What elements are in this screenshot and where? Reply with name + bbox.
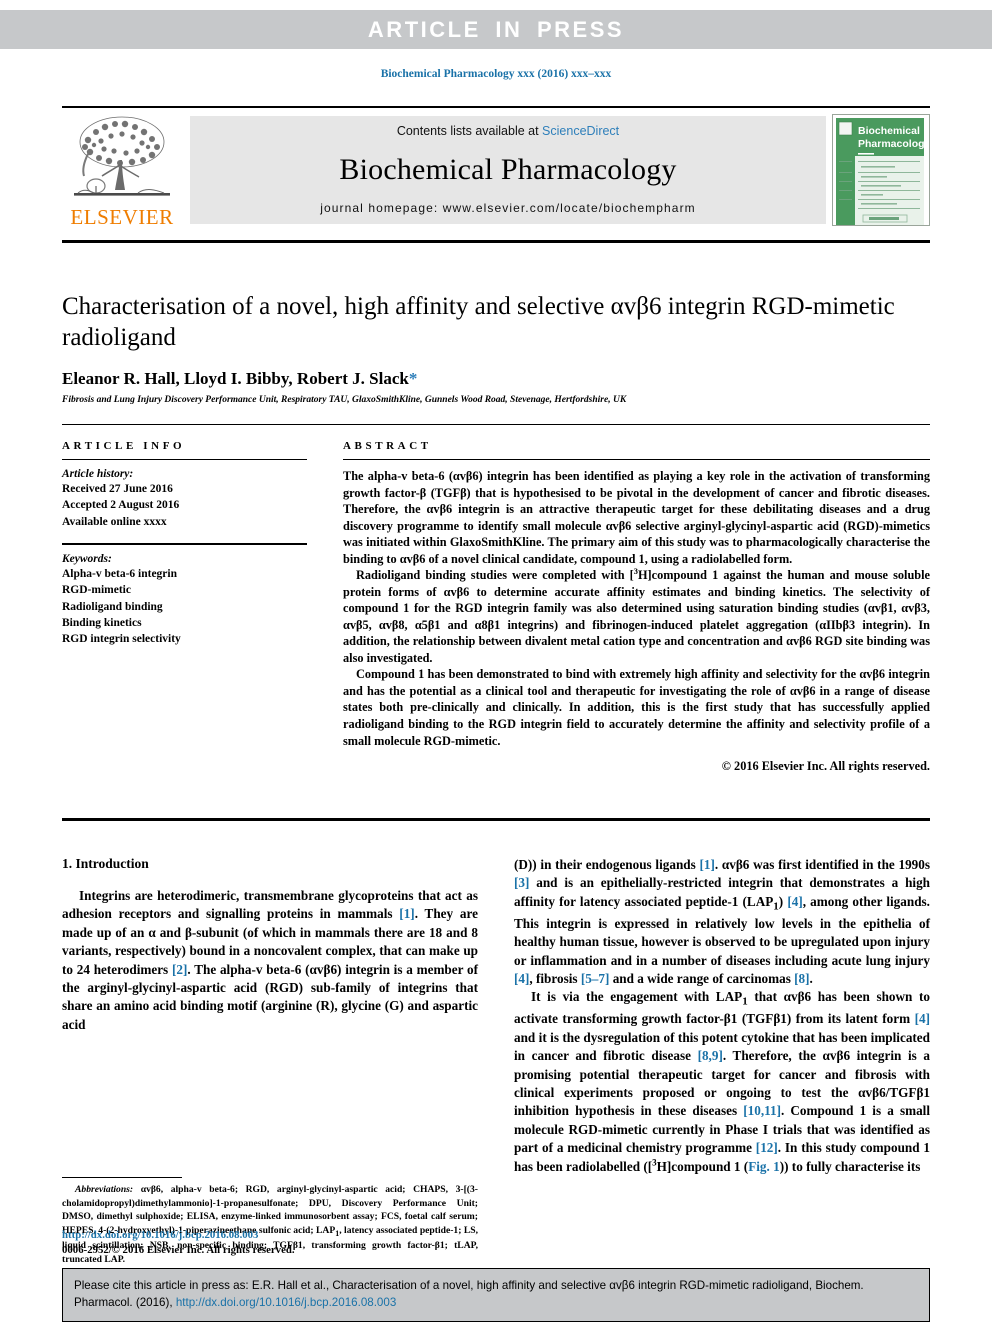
abstract-heading: ABSTRACT: [343, 440, 432, 452]
article-history-received: Received 27 June 2016: [62, 483, 173, 495]
body-paragraph-right-2: It is via the engagement with LAP1 that …: [514, 989, 930, 1174]
abstract-copyright: © 2016 Elsevier Inc. All rights reserved…: [721, 759, 930, 774]
body-paragraph-left: Integrins are heterodimeric, transmembra…: [62, 888, 478, 1032]
elsevier-tree-icon: [74, 116, 170, 196]
article-info-heading: ARTICLE INFO: [62, 440, 186, 452]
body-columns: 1. Introduction Integrins are heterodime…: [62, 856, 930, 1306]
author-list: Eleanor R. Hall, Lloyd I. Bibby, Robert …: [62, 369, 930, 389]
keyword-item: RGD-mimetic: [62, 584, 131, 597]
masthead-center-panel: Contents lists available at ScienceDirec…: [190, 116, 826, 224]
article-in-press-label: ARTICLE IN PRESS: [367, 17, 625, 42]
keyword-item: Radioligand binding: [62, 600, 163, 613]
issn-copyright-line: 0006-2952/© 2016 Elsevier Inc. All right…: [62, 1243, 295, 1256]
author-names: Eleanor R. Hall, Lloyd I. Bibby, Robert …: [62, 369, 409, 388]
article-in-press-banner: ARTICLE IN PRESS: [0, 10, 992, 49]
article-history-label: Article history:: [62, 468, 134, 480]
abstract-paragraph: The alpha-v beta-6 (αvβ6) integrin has b…: [343, 469, 930, 566]
homepage-prefix-text: journal homepage:: [320, 201, 443, 215]
abbreviations-label: Abbreviations:: [75, 1183, 134, 1195]
doi-block: http://dx.doi.org/10.1016/j.bcp.2016.08.…: [62, 1228, 478, 1257]
citation-footer-text: Please cite this article in press as: E.…: [74, 1277, 918, 1312]
masthead-top-rule: [62, 106, 930, 108]
svg-text:Pharmacology: Pharmacology: [858, 138, 927, 150]
body-paragraph-right-1: (D)) in their endogenous ligands [1]. αv…: [514, 857, 930, 987]
svg-text:Biochemical: Biochemical: [858, 125, 920, 137]
info-section-top-rule: [62, 424, 930, 425]
journal-title: Biochemical Pharmacology: [339, 152, 677, 186]
affiliation: Fibrosis and Lung Injury Discovery Perfo…: [62, 395, 627, 405]
abstract-paragraph: Radioligand binding studies were complet…: [343, 567, 930, 665]
info-abstract-row: ARTICLE INFO Article history: Received 2…: [62, 440, 930, 774]
journal-masthead: ELSEVIER Contents lists available at Sci…: [62, 112, 930, 230]
article-history-accepted: Accepted 2 August 2016: [62, 499, 180, 512]
body-left-column: 1. Introduction Integrins are heterodime…: [62, 856, 478, 1306]
journal-homepage-line: journal homepage: www.elsevier.com/locat…: [320, 201, 696, 215]
keyword-item: Binding kinetics: [62, 616, 142, 629]
citation-doi-link[interactable]: http://dx.doi.org/10.1016/j.bcp.2016.08.…: [176, 1296, 396, 1309]
journal-cover-thumbnail: Biochemical Pharmacology: [832, 114, 930, 226]
sciencedirect-link[interactable]: ScienceDirect: [542, 124, 619, 138]
footnote-rule: [62, 1176, 182, 1178]
keyword-item: Alpha-v beta-6 integrin: [62, 567, 177, 580]
keywords-label: Keywords:: [62, 552, 112, 565]
masthead-bottom-rule: [62, 240, 930, 243]
keyword-item: RGD integrin selectivity: [62, 633, 181, 646]
paper-page: ARTICLE IN PRESS Biochemical Pharmacolog…: [0, 0, 992, 1323]
article-history-online: Available online xxxx: [62, 515, 167, 528]
homepage-url[interactable]: www.elsevier.com/locate/biochempharm: [443, 201, 696, 215]
elsevier-wordmark: ELSEVIER: [70, 205, 174, 229]
info-section-bottom-rule: [62, 818, 930, 821]
page-title: Characterisation of a novel, high affini…: [62, 293, 895, 351]
journal-cover-image: Biochemical Pharmacology: [833, 115, 929, 225]
keywords-rule: [62, 542, 307, 545]
contents-available-line: Contents lists available at ScienceDirec…: [397, 124, 619, 138]
body-right-column: (D)) in their endogenous ligands [1]. αv…: [514, 856, 930, 1251]
citation-footer-box: Please cite this article in press as: E.…: [62, 1268, 930, 1322]
article-info-rule: [62, 459, 307, 460]
corresponding-author-marker: *: [408, 369, 418, 388]
section-heading-introduction: 1. Introduction: [62, 856, 149, 871]
article-info-column: ARTICLE INFO Article history: Received 2…: [62, 440, 307, 774]
title-block: Characterisation of a novel, high affini…: [62, 292, 930, 405]
doi-link[interactable]: http://dx.doi.org/10.1016/j.bcp.2016.08.…: [62, 1228, 478, 1243]
abstract-column: ABSTRACT The alpha-v beta-6 (αvβ6) integ…: [343, 440, 930, 774]
abstract-paragraph: Compound 1 has been demonstrated to bind…: [343, 667, 930, 748]
running-head: Biochemical Pharmacology xxx (2016) xxx–…: [380, 68, 612, 80]
abstract-rule: [343, 459, 930, 460]
contents-prefix-text: Contents lists available at: [396, 124, 543, 138]
abstract-body: The alpha-v beta-6 (αvβ6) integrin has b…: [343, 468, 930, 749]
elsevier-logo: ELSEVIER: [62, 112, 182, 230]
